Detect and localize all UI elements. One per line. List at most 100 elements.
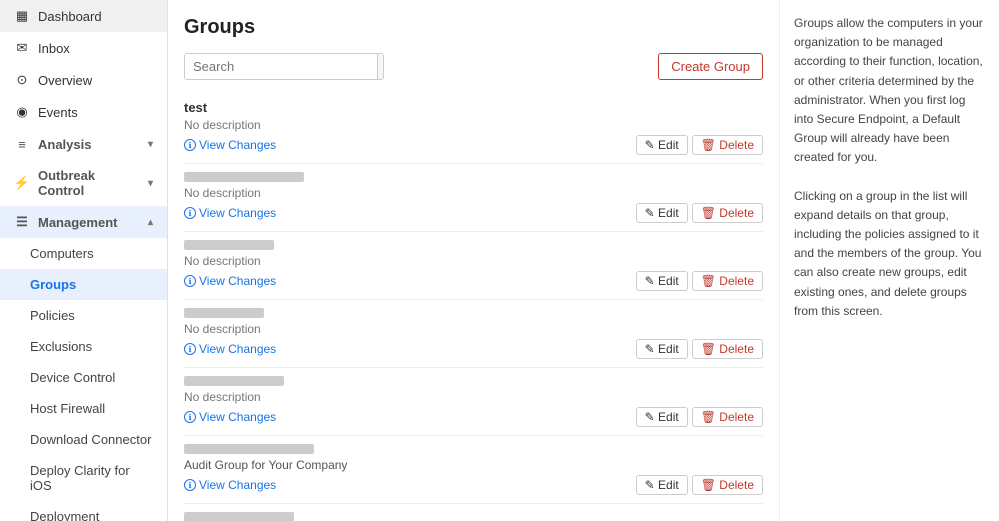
info-icon: ℹ	[184, 275, 196, 287]
sidebar: ▦ Dashboard ✉ Inbox ⊙ Overview ◉ Events …	[0, 0, 168, 521]
sidebar-item-analysis[interactable]: ≡ Analysis ▾	[0, 128, 167, 160]
group-item: No description ℹ View Changes ✎ Edit 🗑 D…	[184, 300, 763, 368]
sidebar-item-label: Outbreak Control	[38, 168, 140, 198]
sidebar-item-label: Overview	[38, 73, 92, 88]
sidebar-item-device-control[interactable]: Device Control	[0, 362, 167, 393]
group-description: No description	[184, 390, 763, 404]
group-name-placeholder	[184, 172, 304, 182]
sidebar-item-host-firewall[interactable]: Host Firewall	[0, 393, 167, 424]
group-description: No description	[184, 254, 763, 268]
management-icon: ☰	[14, 214, 30, 230]
chevron-up-icon: ▴	[148, 217, 153, 228]
edit-button[interactable]: ✎ Edit	[636, 339, 688, 359]
search-button[interactable]	[377, 54, 384, 79]
view-changes-link[interactable]: ℹ View Changes	[184, 478, 276, 492]
delete-button[interactable]: 🗑 Delete	[692, 475, 763, 495]
toolbar: Create Group	[184, 53, 763, 80]
delete-button[interactable]: 🗑 Delete	[692, 407, 763, 427]
edit-button[interactable]: ✎ Edit	[636, 135, 688, 155]
sidebar-item-exclusions[interactable]: Exclusions	[0, 331, 167, 362]
overview-icon: ⊙	[14, 72, 30, 88]
create-group-button[interactable]: Create Group	[658, 53, 763, 80]
sidebar-item-label: Device Control	[30, 370, 115, 385]
sidebar-item-deployment-summary[interactable]: Deployment Summary	[0, 501, 167, 521]
dashboard-icon: ▦	[14, 8, 30, 24]
group-item: test No description ℹ View Changes ✎ Edi…	[184, 92, 763, 164]
group-description: No description	[184, 186, 763, 200]
info-icon: ℹ	[184, 139, 196, 151]
action-buttons: ✎ Edit 🗑 Delete	[636, 407, 763, 427]
sidebar-item-groups[interactable]: Groups	[0, 269, 167, 300]
sidebar-item-computers[interactable]: Computers	[0, 238, 167, 269]
group-description: No description	[184, 118, 763, 132]
group-name-placeholder	[184, 512, 294, 521]
action-buttons: ✎ Edit 🗑 Delete	[636, 203, 763, 223]
analysis-icon: ≡	[14, 136, 30, 152]
info-panel: Groups allow the computers in your organ…	[779, 0, 999, 521]
sidebar-item-label: Analysis	[38, 137, 91, 152]
group-item: Default group with Linux Only cvd for th…	[184, 504, 763, 521]
group-item: Audit Group for Your Company ℹ View Chan…	[184, 436, 763, 504]
group-name-placeholder	[184, 444, 314, 454]
group-item: No description ℹ View Changes ✎ Edit 🗑 D…	[184, 368, 763, 436]
info-icon: ℹ	[184, 411, 196, 423]
group-item: No description ℹ View Changes ✎ Edit 🗑 D…	[184, 164, 763, 232]
sidebar-item-label: Exclusions	[30, 339, 92, 354]
sidebar-item-events[interactable]: ◉ Events	[0, 96, 167, 128]
action-buttons: ✎ Edit 🗑 Delete	[636, 339, 763, 359]
sidebar-item-policies[interactable]: Policies	[0, 300, 167, 331]
search-box	[184, 53, 384, 80]
sidebar-item-download-connector[interactable]: Download Connector	[0, 424, 167, 455]
group-description: Audit Group for Your Company	[184, 458, 763, 472]
view-changes-link[interactable]: ℹ View Changes	[184, 274, 276, 288]
view-changes-link[interactable]: ℹ View Changes	[184, 410, 276, 424]
sidebar-item-label: Inbox	[38, 41, 70, 56]
delete-button[interactable]: 🗑 Delete	[692, 203, 763, 223]
inbox-icon: ✉	[14, 40, 30, 56]
sidebar-item-label: Events	[38, 105, 78, 120]
sidebar-item-outbreak-control[interactable]: ⚡ Outbreak Control ▾	[0, 160, 167, 206]
edit-button[interactable]: ✎ Edit	[636, 475, 688, 495]
info-icon: ℹ	[184, 207, 196, 219]
action-buttons: ✎ Edit 🗑 Delete	[636, 475, 763, 495]
group-actions: ℹ View Changes ✎ Edit 🗑 Delete	[184, 271, 763, 291]
sidebar-item-inbox[interactable]: ✉ Inbox	[0, 32, 167, 64]
delete-button[interactable]: 🗑 Delete	[692, 339, 763, 359]
info-text: Groups allow the computers in your organ…	[794, 14, 985, 321]
sidebar-item-label: Groups	[30, 277, 76, 292]
edit-button[interactable]: ✎ Edit	[636, 271, 688, 291]
group-name-placeholder	[184, 308, 264, 318]
group-actions: ℹ View Changes ✎ Edit 🗑 Delete	[184, 475, 763, 495]
chevron-down-icon: ▾	[148, 139, 153, 150]
sidebar-item-dashboard[interactable]: ▦ Dashboard	[0, 0, 167, 32]
sidebar-item-label: Host Firewall	[30, 401, 105, 416]
group-actions: ℹ View Changes ✎ Edit 🗑 Delete	[184, 135, 763, 155]
sidebar-item-deploy-clarity[interactable]: Deploy Clarity for iOS	[0, 455, 167, 501]
edit-button[interactable]: ✎ Edit	[636, 407, 688, 427]
outbreak-icon: ⚡	[14, 175, 30, 191]
group-item: No description ℹ View Changes ✎ Edit 🗑 D…	[184, 232, 763, 300]
sidebar-item-label: Policies	[30, 308, 75, 323]
info-icon: ℹ	[184, 343, 196, 355]
sidebar-item-management[interactable]: ☰ Management ▴	[0, 206, 167, 238]
page-title: Groups	[184, 16, 763, 39]
group-actions: ℹ View Changes ✎ Edit 🗑 Delete	[184, 203, 763, 223]
sidebar-item-label: Deploy Clarity for iOS	[30, 463, 153, 493]
sidebar-item-overview[interactable]: ⊙ Overview	[0, 64, 167, 96]
search-input[interactable]	[185, 54, 377, 79]
sidebar-item-label: Dashboard	[38, 9, 102, 24]
chevron-down-icon: ▾	[148, 178, 153, 189]
delete-button[interactable]: 🗑 Delete	[692, 135, 763, 155]
groups-panel: Groups Create Group test No description	[168, 0, 779, 521]
sidebar-item-label: Computers	[30, 246, 94, 261]
view-changes-link[interactable]: ℹ View Changes	[184, 342, 276, 356]
group-name-placeholder	[184, 376, 284, 386]
events-icon: ◉	[14, 104, 30, 120]
view-changes-link[interactable]: ℹ View Changes	[184, 138, 276, 152]
edit-button[interactable]: ✎ Edit	[636, 203, 688, 223]
delete-button[interactable]: 🗑 Delete	[692, 271, 763, 291]
view-changes-link[interactable]: ℹ View Changes	[184, 206, 276, 220]
sidebar-item-label: Management	[38, 215, 117, 230]
group-actions: ℹ View Changes ✎ Edit 🗑 Delete	[184, 339, 763, 359]
group-description: No description	[184, 322, 763, 336]
